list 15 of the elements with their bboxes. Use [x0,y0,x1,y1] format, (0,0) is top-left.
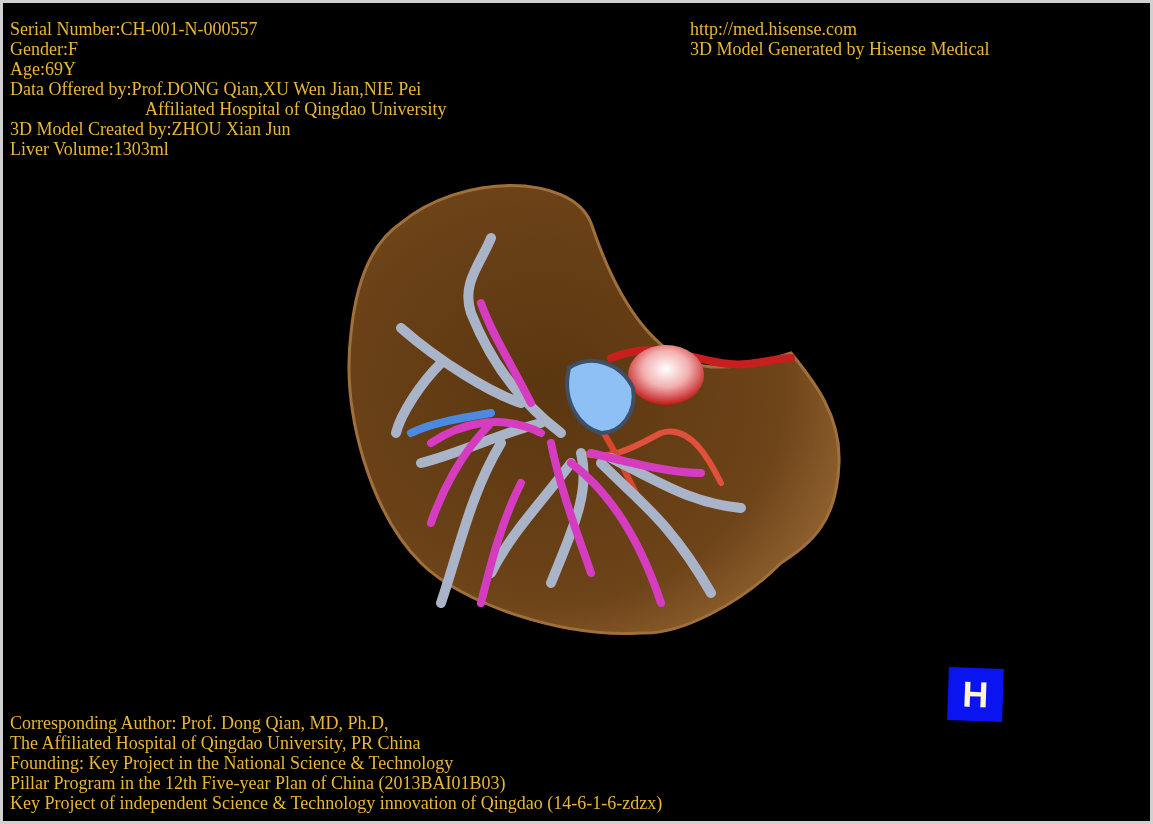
credit-text: The Affiliated Hospital of Qingdao University, PR China [10,733,421,753]
orientation-marker: H [947,667,1004,722]
info-text: 3D Model Generated by Hisense Medical [690,39,990,59]
credit-text: Founding: Key Project in the National Science & Technology [10,753,454,773]
info-text: Age:69Y [10,59,76,79]
credit-text: Corresponding Author: Prof. Dong Qian, MD, Ph.D, [10,713,389,733]
info-text: http://med.hisense.com [690,19,857,39]
info-text: Gender:F [10,39,78,59]
credit-text: Pillar Program in the 12th Five-year Plan of China (2013BAI01B03) [10,773,506,793]
info-text: 3D Model Created by:ZHOU Xian Jun [10,119,291,139]
info-text: Data Offered by:Prof.DONG Qian,XU Wen Jian,NIE Pei [10,79,422,99]
credit-text: Key Project of independent Science & Technology innovation of Qingdao (14-6-1-6-zdzx) [10,793,663,813]
info-text: Serial Number:CH-001-N-000557 [10,19,258,39]
info-text: Affiliated Hospital of Qingdao University [144,99,447,119]
info-text: Liver Volume:1303ml [10,139,169,159]
